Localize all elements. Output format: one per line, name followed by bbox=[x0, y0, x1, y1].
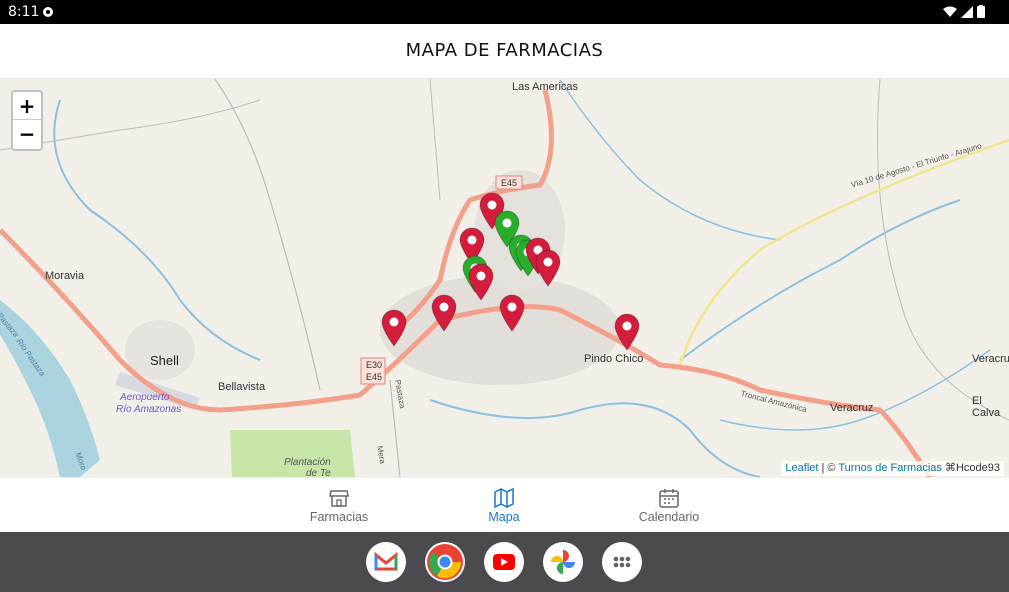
map-label-pindo-chico: Pindo Chico bbox=[584, 353, 644, 365]
nav-item-calendario[interactable]: Calendario bbox=[609, 478, 729, 533]
nav-label-mapa: Mapa bbox=[488, 510, 520, 524]
attribution-separator: | © bbox=[818, 462, 839, 474]
map-label-shell: Shell bbox=[150, 353, 179, 368]
chrome-app[interactable] bbox=[425, 542, 465, 582]
map-icon bbox=[494, 487, 514, 509]
map-label-las-americas: Las Americas bbox=[512, 81, 579, 93]
map-label-el-calva: El Calva bbox=[972, 395, 1001, 419]
map-label-veracruz: Veracruz bbox=[830, 402, 874, 414]
provider-link[interactable]: Turnos de Farmacias bbox=[838, 462, 942, 474]
page-title: MAPA DE FARMACIAS bbox=[405, 40, 604, 61]
nav-label-calendario: Calendario bbox=[638, 510, 700, 524]
store-icon bbox=[329, 490, 349, 507]
youtube-app[interactable] bbox=[484, 542, 524, 582]
signal-icon bbox=[961, 5, 973, 18]
zoom-control: + − bbox=[11, 90, 43, 151]
pharmacy-marker[interactable] bbox=[535, 249, 561, 287]
status-icons bbox=[943, 5, 985, 18]
zoom-out-button[interactable]: − bbox=[13, 120, 41, 148]
map-label-moravia: Moravia bbox=[45, 270, 85, 282]
app-header: MAPA DE FARMACIAS bbox=[0, 24, 1009, 79]
gmail-app[interactable] bbox=[366, 542, 406, 582]
pharmacy-marker[interactable] bbox=[468, 263, 494, 301]
map-attribution: Leaflet | © Turnos de Farmacias ⌘Hcode93 bbox=[781, 461, 1004, 476]
map-label-rio-amazonas: Río Amazonas bbox=[116, 404, 182, 415]
map-label-veracru: Veracru bbox=[972, 353, 1009, 365]
system-dock bbox=[0, 532, 1009, 592]
pharmacy-marker[interactable] bbox=[614, 313, 640, 351]
map-label-plantacion: Plantación bbox=[284, 457, 331, 468]
nav-item-mapa[interactable]: Mapa bbox=[444, 478, 564, 533]
map-tiles bbox=[0, 79, 1009, 477]
bottom-navigation: Farmacias Mapa Calendario bbox=[0, 477, 1009, 532]
nav-label-farmacias: Farmacias bbox=[309, 510, 369, 524]
zoom-in-button[interactable]: + bbox=[13, 92, 41, 120]
pharmacy-marker[interactable] bbox=[499, 294, 525, 332]
map-label-de-te: de Te bbox=[306, 468, 331, 477]
map-label-bellavista: Bellavista bbox=[218, 381, 266, 393]
leaflet-link[interactable]: Leaflet bbox=[785, 462, 818, 474]
chrome-icon bbox=[427, 544, 463, 580]
pharmacy-marker[interactable] bbox=[431, 294, 457, 332]
message-notification-icon bbox=[43, 7, 53, 17]
map-view[interactable]: Las Americas Moravia Shell Bellavista Ae… bbox=[0, 79, 1009, 477]
status-bar: 8:11 bbox=[0, 0, 1009, 24]
calendar-icon bbox=[659, 489, 679, 508]
app-drawer[interactable] bbox=[602, 542, 642, 582]
attribution-suffix: ⌘Hcode93 bbox=[941, 462, 1000, 474]
photos-icon bbox=[551, 550, 575, 574]
pharmacy-marker[interactable] bbox=[381, 309, 407, 347]
youtube-icon bbox=[493, 554, 515, 570]
gmail-icon bbox=[374, 551, 398, 571]
battery-icon bbox=[977, 5, 985, 18]
photos-app[interactable] bbox=[543, 542, 583, 582]
map-label-e30: E30 bbox=[366, 360, 383, 370]
map-label-e45-top: E45 bbox=[501, 178, 518, 188]
map-label-e45-bottom: E45 bbox=[366, 372, 383, 382]
status-time: 8:11 bbox=[8, 4, 40, 20]
wifi-icon bbox=[943, 6, 957, 17]
nav-item-farmacias[interactable]: Farmacias bbox=[279, 478, 399, 533]
app-drawer-icon bbox=[613, 556, 631, 568]
map-label-aeropuerto: Aeropuerto bbox=[120, 392, 170, 403]
